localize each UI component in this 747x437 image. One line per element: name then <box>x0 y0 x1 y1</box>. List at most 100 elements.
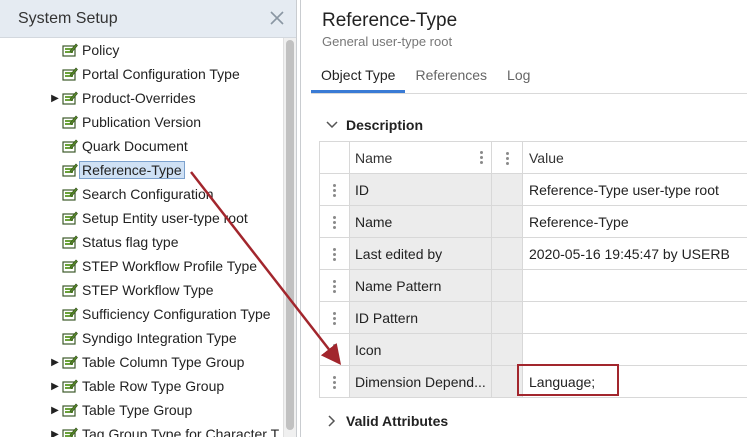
object-type-icon <box>62 307 78 321</box>
gap-cell <box>491 333 523 366</box>
table-row[interactable]: ID Reference-Type user-type root <box>319 173 747 206</box>
attribute-value-cell[interactable]: 2020-05-16 19:45:47 by USERB <box>522 237 747 270</box>
attribute-value-cell[interactable]: Reference-Type <box>522 205 747 238</box>
drag-handle-icon[interactable] <box>333 248 336 262</box>
tree-item-label: Publication Version <box>82 114 202 130</box>
table-row[interactable]: Last edited by 2020-05-16 19:45:47 by USE… <box>319 237 747 270</box>
object-type-icon <box>62 427 78 437</box>
tree-item[interactable]: ▶ Table Row Type Group <box>50 375 224 397</box>
drag-handle-icon[interactable] <box>333 376 336 390</box>
tree-item-label: STEP Workflow Profile Type <box>82 258 258 274</box>
tree-item[interactable]: ▶Portal Configuration Type <box>50 63 240 85</box>
gap-cell <box>491 365 523 398</box>
object-type-icon <box>62 235 78 249</box>
row-drag-handle[interactable] <box>319 269 350 302</box>
table-row[interactable]: Name Reference-Type <box>319 205 747 238</box>
object-title: Reference-Type <box>322 10 458 31</box>
description-section-toggle[interactable]: Description <box>325 113 423 137</box>
name-column-header[interactable]: Name <box>349 141 492 174</box>
tree-scrollbar[interactable] <box>283 38 296 437</box>
tab-references[interactable]: References <box>405 64 497 93</box>
attribute-value-cell[interactable] <box>522 269 747 302</box>
tree-item[interactable]: ▶Sufficiency Configuration Type <box>50 303 271 325</box>
close-icon[interactable] <box>268 9 286 27</box>
tree-item[interactable]: ▶STEP Workflow Profile Type <box>50 255 257 277</box>
gap-cell <box>491 237 523 270</box>
chevron-down-icon <box>326 121 338 129</box>
tab-object-type[interactable]: Object Type <box>311 64 406 93</box>
tree-item-label: Policy <box>82 42 120 58</box>
value-column-header[interactable]: Value <box>522 141 747 174</box>
description-table: Name Value ID Reference-Type user-type ro… <box>319 141 747 398</box>
tree-item[interactable]: ▶Quark Document <box>50 135 188 157</box>
attribute-value-cell[interactable] <box>522 333 747 366</box>
row-drag-handle[interactable] <box>319 365 350 398</box>
tree-item-label: Table Type Group <box>82 402 193 418</box>
tree-item[interactable]: ▶STEP Workflow Type <box>50 279 214 301</box>
object-type-icon <box>62 379 78 393</box>
row-drag-handle[interactable] <box>319 301 350 334</box>
drag-handle-icon[interactable] <box>333 184 336 198</box>
tree-item[interactable]: ▶ Table Type Group <box>50 399 192 421</box>
scrollbar-thumb[interactable] <box>286 40 294 430</box>
tree-item[interactable]: ▶Reference-Type <box>50 159 185 181</box>
gap-cell <box>491 269 523 302</box>
tree-item[interactable]: ▶Setup Entity user-type root <box>50 207 248 229</box>
tree-item[interactable]: ▶Status flag type <box>50 231 179 253</box>
tree-item-label: Table Row Type Group <box>82 378 225 394</box>
row-drag-handle[interactable] <box>319 333 350 366</box>
gap-column-header[interactable] <box>491 141 523 174</box>
row-drag-handle[interactable] <box>319 205 350 238</box>
object-type-icon <box>62 259 78 273</box>
expand-arrow-icon[interactable]: ▶ <box>50 381 60 392</box>
tree-item[interactable]: ▶Publication Version <box>50 111 201 133</box>
row-drag-handle[interactable] <box>319 173 350 206</box>
tree-item-label: Setup Entity user-type root <box>82 210 248 226</box>
tree-item-label: Tag Group Type for Character T <box>82 426 280 437</box>
tree-item-label: STEP Workflow Type <box>82 282 214 298</box>
table-header-row: Name Value <box>319 141 747 174</box>
expand-arrow-icon[interactable]: ▶ <box>50 93 60 104</box>
attribute-value-cell[interactable]: Reference-Type user-type root <box>522 173 747 206</box>
drag-handle-icon[interactable] <box>333 312 336 326</box>
column-menu-icon[interactable] <box>480 151 483 164</box>
expand-arrow-icon[interactable]: ▶ <box>50 405 60 416</box>
tree-item[interactable]: ▶ Product-Overrides <box>50 87 196 109</box>
tree-item-label: Search Configuration <box>82 186 214 202</box>
drag-handle-icon[interactable] <box>333 280 336 294</box>
object-type-icon <box>62 211 78 225</box>
column-menu-icon[interactable] <box>505 152 509 166</box>
tree-item-label: Portal Configuration Type <box>82 66 240 82</box>
drag-handle-icon[interactable] <box>333 344 336 358</box>
tree-item-label: Table Column Type Group <box>82 354 245 370</box>
tree-item[interactable]: ▶Syndigo Integration Type <box>50 327 237 349</box>
tree-item-label: Quark Document <box>82 138 188 154</box>
tab-bar: Object Type References Log <box>311 64 747 94</box>
attribute-value-cell[interactable] <box>522 301 747 334</box>
tree-item-label: Product-Overrides <box>82 90 196 106</box>
attribute-value-cell[interactable]: Language; <box>522 365 747 398</box>
row-drag-handle[interactable] <box>319 237 350 270</box>
drag-handle-icon[interactable] <box>333 216 336 230</box>
table-row[interactable]: Icon <box>319 333 747 366</box>
object-type-icon <box>62 43 78 57</box>
tree-item[interactable]: ▶Search Configuration <box>50 183 214 205</box>
object-type-icon <box>62 403 78 417</box>
object-header: Reference-Type General user-type root <box>322 10 457 49</box>
attribute-name-cell: ID <box>349 173 492 206</box>
attribute-name-cell: Last edited by <box>349 237 492 270</box>
expand-arrow-icon[interactable]: ▶ <box>50 357 60 368</box>
table-row[interactable]: ID Pattern <box>319 301 747 334</box>
table-row[interactable]: Dimension Depend... Language; <box>319 365 747 398</box>
valid-attributes-section-toggle[interactable]: Valid Attributes <box>325 409 448 433</box>
table-row[interactable]: Name Pattern <box>319 269 747 302</box>
expand-arrow-icon[interactable]: ▶ <box>50 429 60 437</box>
attribute-name-cell: Name Pattern <box>349 269 492 302</box>
tree-item[interactable]: ▶ Tag Group Type for Character T <box>50 423 279 437</box>
tab-log[interactable]: Log <box>497 64 540 93</box>
panel-title: System Setup <box>18 9 118 27</box>
tree-item[interactable]: ▶ Table Column Type Group <box>50 351 244 373</box>
tree-item[interactable]: ▶Policy <box>50 39 119 61</box>
valid-attributes-label: Valid Attributes <box>346 413 449 429</box>
gap-cell <box>491 301 523 334</box>
